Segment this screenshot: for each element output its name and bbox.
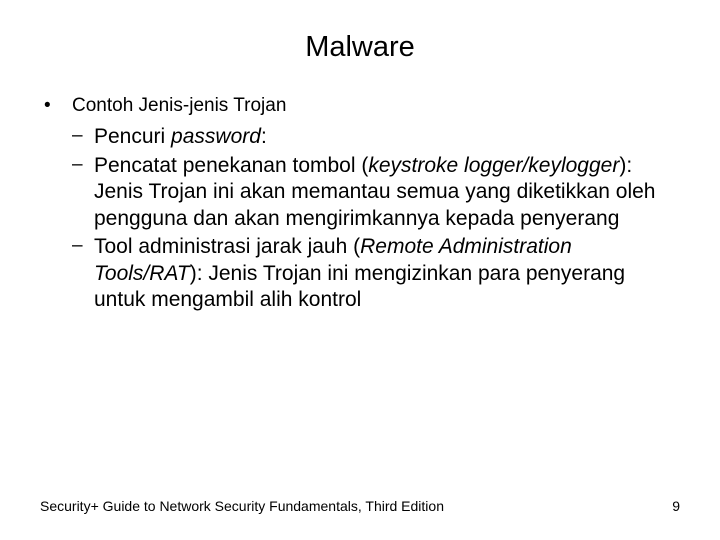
slide: Malware • Contoh Jenis-jenis Trojan – Pe… (0, 0, 720, 540)
item-suffix: : (261, 125, 267, 148)
item-text: Pencuri password: (94, 124, 680, 150)
list-item: – Tool administrasi jarak jauh (Remote A… (40, 234, 680, 313)
bullet-topic: • Contoh Jenis-jenis Trojan (40, 94, 680, 118)
page-number: 9 (672, 498, 680, 514)
list-item: – Pencatat penekanan tombol (keystroke l… (40, 153, 680, 232)
item-prefix: Pencuri (94, 125, 171, 148)
slide-content: • Contoh Jenis-jenis Trojan – Pencuri pa… (40, 94, 680, 313)
item-text: Tool administrasi jarak jauh (Remote Adm… (94, 234, 680, 313)
item-text: Pencatat penekanan tombol (keystroke log… (94, 153, 680, 232)
dash-marker: – (72, 153, 94, 232)
dash-marker: – (72, 234, 94, 313)
bullet-text: Contoh Jenis-jenis Trojan (72, 94, 680, 118)
list-item: – Pencuri password: (40, 124, 680, 150)
footer-source: Security+ Guide to Network Security Fund… (40, 498, 444, 514)
slide-title: Malware (40, 31, 680, 64)
item-prefix: Tool administrasi jarak jauh ( (94, 235, 360, 258)
dash-marker: – (72, 124, 94, 150)
item-italic: keystroke logger/keylogger (368, 154, 619, 177)
item-prefix: Pencatat penekanan tombol ( (94, 154, 368, 177)
slide-footer: Security+ Guide to Network Security Fund… (40, 498, 680, 514)
item-italic: password (171, 125, 261, 148)
bullet-marker: • (44, 94, 72, 118)
